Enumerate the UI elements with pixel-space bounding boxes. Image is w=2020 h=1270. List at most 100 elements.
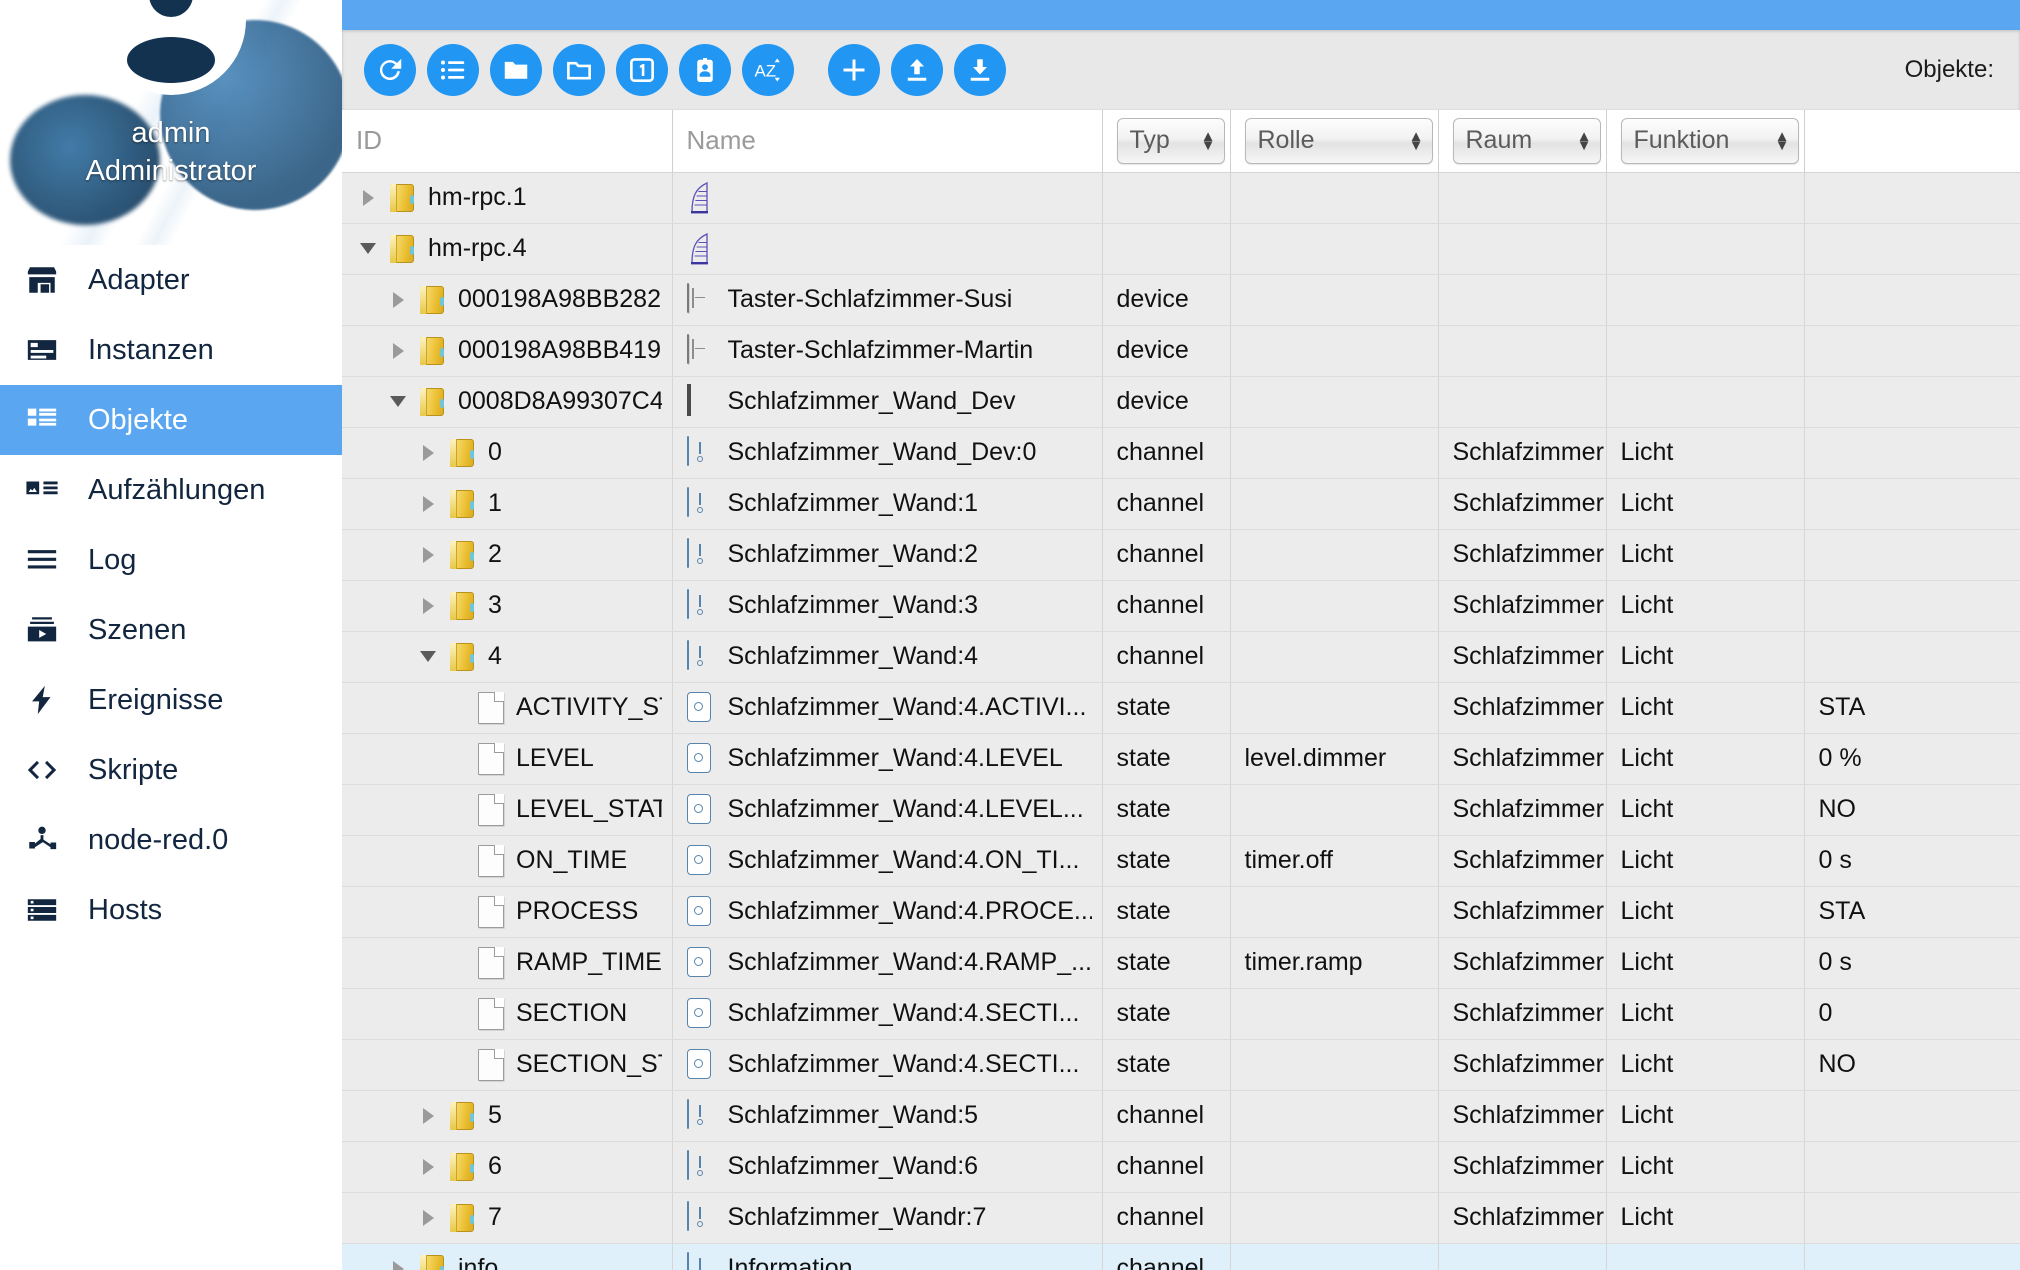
cell-funktion[interactable]: Licht — [1606, 427, 1805, 479]
table-row[interactable]: LEVEL Schlafzimmer_Wand:4.LEVEL state level… — [342, 733, 2020, 785]
sort-button[interactable]: AZ — [742, 44, 794, 96]
import-button[interactable] — [891, 44, 943, 96]
cell-typ[interactable]: device — [1102, 376, 1231, 428]
cell-name[interactable]: Schlafzimmer_Wand:5 — [672, 1090, 1103, 1142]
chevron-down-icon[interactable] — [356, 243, 380, 254]
expand-one-button[interactable] — [616, 44, 668, 96]
cell-raum[interactable]: Schlafzimmer — [1438, 835, 1607, 887]
cell-funktion[interactable] — [1606, 223, 1805, 275]
sidebar-item-instanzen[interactable]: Instanzen — [0, 315, 342, 385]
cell-id[interactable]: LEVEL — [342, 733, 673, 785]
cell-name[interactable]: Schlafzimmer_Wand:4.ON_TI... — [672, 835, 1103, 887]
cell-name[interactable]: Schlafzimmer_Wand_Dev:0 — [672, 427, 1103, 479]
cell-raum[interactable]: Schlafzimmer — [1438, 631, 1607, 683]
table-row[interactable]: SECTION Schlafzimmer_Wand:4.SECTI... state… — [342, 988, 2020, 1040]
expand-list-button[interactable] — [427, 44, 479, 96]
cell-id[interactable]: LEVEL_STATUS — [342, 784, 673, 836]
cell-typ[interactable]: channel — [1102, 631, 1231, 683]
cell-rolle[interactable] — [1230, 223, 1439, 275]
table-row[interactable]: 000198A98BB419 Taster-Schlafzimmer-Martin… — [342, 325, 2020, 377]
cell-id[interactable]: 5 — [342, 1090, 673, 1142]
cell-funktion[interactable]: Licht — [1606, 886, 1805, 938]
cell-wert[interactable]: STA — [1804, 886, 2020, 938]
cell-id[interactable]: 0008D8A99307C4 — [342, 376, 673, 428]
cell-funktion[interactable] — [1606, 376, 1805, 428]
cell-name[interactable]: Taster-Schlafzimmer-Susi — [672, 274, 1103, 326]
cell-rolle[interactable]: timer.off — [1230, 835, 1439, 887]
objects-table-wrapper[interactable]: ID Name Typ ▲ ▼ Rolle ▲ ▼ Raum ▲ ▼ Funkt… — [342, 110, 2020, 1270]
chevron-right-icon[interactable] — [386, 1261, 410, 1270]
cell-rolle[interactable] — [1230, 1192, 1439, 1244]
cell-wert[interactable]: 0 — [1804, 988, 2020, 1040]
cell-typ[interactable]: channel — [1102, 427, 1231, 479]
cell-funktion[interactable] — [1606, 1242, 1805, 1270]
cell-funktion[interactable]: Licht — [1606, 1090, 1805, 1142]
table-row[interactable]: PROCESS Schlafzimmer_Wand:4.PROCE... state… — [342, 886, 2020, 938]
cell-rolle[interactable] — [1230, 784, 1439, 836]
cell-funktion[interactable]: Licht — [1606, 784, 1805, 836]
cell-funktion[interactable]: Licht — [1606, 580, 1805, 632]
cell-funktion[interactable]: Licht — [1606, 682, 1805, 734]
table-row[interactable]: 1 Schlafzimmer_Wand:1 channel Schlafzimmer L… — [342, 478, 2020, 530]
cell-wert[interactable] — [1804, 223, 2020, 275]
sidebar-item-adapter[interactable]: Adapter — [0, 245, 342, 315]
cell-funktion[interactable]: Licht — [1606, 1039, 1805, 1091]
cell-wert[interactable]: STA — [1804, 682, 2020, 734]
cell-rolle[interactable] — [1230, 631, 1439, 683]
cell-wert[interactable] — [1804, 1090, 2020, 1142]
cell-rolle[interactable]: timer.ramp — [1230, 937, 1439, 989]
table-row[interactable]: 0008D8A99307C4 Schlafzimmer_Wand_Dev devic… — [342, 376, 2020, 428]
sidebar-item-hosts[interactable]: Hosts — [0, 875, 342, 945]
table-row[interactable]: 000198A98BB282 Taster-Schlafzimmer-Susi de… — [342, 274, 2020, 326]
cell-raum[interactable]: Schlafzimmer — [1438, 1090, 1607, 1142]
table-row[interactable]: ACTIVITY_STATE Schlafzimmer_Wand:4.ACTIVI… — [342, 682, 2020, 734]
cell-funktion[interactable]: Licht — [1606, 835, 1805, 887]
cell-typ[interactable]: state — [1102, 886, 1231, 938]
cell-wert[interactable] — [1804, 325, 2020, 377]
cell-raum[interactable]: Schlafzimmer — [1438, 886, 1607, 938]
cell-rolle[interactable] — [1230, 682, 1439, 734]
chevron-down-icon[interactable] — [386, 396, 410, 407]
cell-typ[interactable]: channel — [1102, 529, 1231, 581]
typ-filter-select[interactable]: Typ ▲ ▼ — [1116, 117, 1225, 164]
sidebar-item-szenen[interactable]: Szenen — [0, 595, 342, 665]
table-row[interactable]: ON_TIME Schlafzimmer_Wand:4.ON_TI... state… — [342, 835, 2020, 887]
cell-rolle[interactable] — [1230, 427, 1439, 479]
table-row[interactable]: SECTION_STATUS Schlafzimmer_Wand:4.SECTI.… — [342, 1039, 2020, 1091]
cell-typ[interactable]: state — [1102, 733, 1231, 785]
cell-wert[interactable] — [1804, 631, 2020, 683]
refresh-button[interactable] — [364, 44, 416, 96]
cell-id[interactable]: 000198A98BB419 — [342, 325, 673, 377]
cell-funktion[interactable]: Licht — [1606, 733, 1805, 785]
column-header-name[interactable]: Name — [672, 110, 1103, 173]
table-row[interactable]: 2 Schlafzimmer_Wand:2 channel Schlafzimmer L… — [342, 529, 2020, 581]
cell-wert[interactable]: 0 % — [1804, 733, 2020, 785]
cell-name[interactable]: Schlafzimmer_Wand:4.LEVEL... — [672, 784, 1103, 836]
cell-typ[interactable]: device — [1102, 325, 1231, 377]
cell-rolle[interactable] — [1230, 1090, 1439, 1142]
cell-rolle[interactable] — [1230, 580, 1439, 632]
cell-typ[interactable]: channel — [1102, 1192, 1231, 1244]
cell-name[interactable]: Taster-Schlafzimmer-Martin — [672, 325, 1103, 377]
table-row[interactable]: 3 Schlafzimmer_Wand:3 channel Schlafzimmer L… — [342, 580, 2020, 632]
cell-raum[interactable] — [1438, 376, 1607, 428]
cell-id[interactable]: hm-rpc.1 — [342, 172, 673, 224]
collapse-all-button[interactable] — [553, 44, 605, 96]
sidebar-item-aufzaehlungen[interactable]: Aufzählungen — [0, 455, 342, 525]
expand-all-button[interactable] — [490, 44, 542, 96]
cell-name[interactable]: Schlafzimmer_Wand:4.RAMP_... — [672, 937, 1103, 989]
cell-rolle[interactable]: level.dimmer — [1230, 733, 1439, 785]
chevron-right-icon[interactable] — [356, 190, 380, 206]
table-row[interactable]: 0 Schlafzimmer_Wand_Dev:0 channel Schlafzim… — [342, 427, 2020, 479]
cell-funktion[interactable] — [1606, 274, 1805, 326]
cell-raum[interactable]: Schlafzimmer — [1438, 529, 1607, 581]
sidebar-item-objekte[interactable]: Objekte — [0, 385, 342, 455]
cell-rolle[interactable] — [1230, 172, 1439, 224]
table-row[interactable]: 6 Schlafzimmer_Wand:6 channel Schlafzimmer L… — [342, 1141, 2020, 1193]
cell-raum[interactable] — [1438, 1242, 1607, 1270]
table-row[interactable]: LEVEL_STATUS Schlafzimmer_Wand:4.LEVEL...… — [342, 784, 2020, 836]
cell-raum[interactable]: Schlafzimmer — [1438, 937, 1607, 989]
table-row[interactable]: hm-rpc.1 — [342, 172, 2020, 224]
table-row[interactable]: info Information channel — [342, 1242, 2020, 1270]
cell-funktion[interactable]: Licht — [1606, 937, 1805, 989]
